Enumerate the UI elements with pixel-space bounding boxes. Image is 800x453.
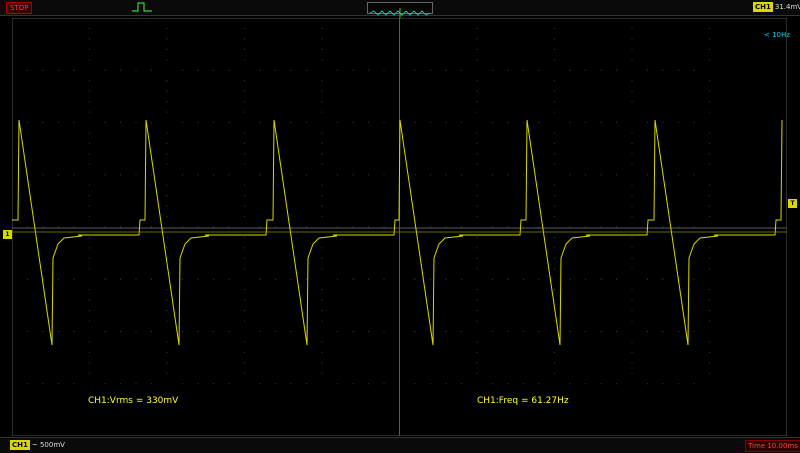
frequency-indicator: < 10Hz [764,31,790,39]
ch1-scale-indicator[interactable]: CH1 ~ 500mV [10,440,65,450]
measurement-freq: CH1:Freq = 61.27Hz [477,396,569,406]
bottom-status-bar: CH1 ~ 500mV Time 10.00ms [0,437,800,453]
ch1-badge: CH1 [10,440,30,450]
trigger-level-value: 31.4mV [774,3,800,11]
trigger-level-marker[interactable]: T [788,199,797,208]
measurement-vrms: CH1:Vrms = 330mV [88,396,179,406]
trigger-channel-badge: CH1 [753,2,773,12]
timebase-overview-bar[interactable] [367,2,433,18]
trigger-level-indicator[interactable]: CH1 31.4mV [753,2,800,12]
timebase-indicator[interactable]: Time 10.00ms [745,440,800,452]
top-status-bar: STOP CH1 31.4mV [0,0,800,18]
ch1-scale-value: ~ 500mV [31,441,65,449]
trigger-edge-icon[interactable] [131,1,153,13]
oscilloscope-screen[interactable] [12,18,787,436]
ch1-position-marker[interactable]: 1 [3,230,12,239]
run-stop-button[interactable]: STOP [6,2,33,14]
overview-waveform-icon [369,8,431,18]
